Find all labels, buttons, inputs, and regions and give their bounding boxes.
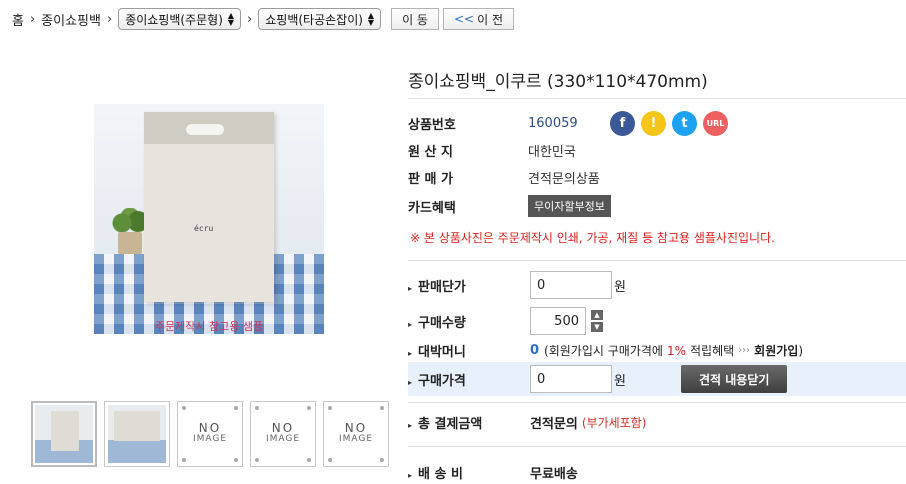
origin-value: 대한민국 [528,145,576,160]
thumbnail-2[interactable] [104,401,170,467]
shipping-value: 무료배송 [530,467,578,482]
price-value: 견적문의상품 [528,172,600,187]
breadcrumb-category[interactable]: 종이쇼핑백 [41,10,101,29]
twitter-share-icon[interactable]: t [672,111,697,136]
estimate-close-button[interactable]: 견적 내용닫기 [680,365,788,393]
sample-notice: ※ 본 상품사진은 주문제작시 인쇄, 가공, 재질 등 참고용 샘플사진입니다… [410,231,775,245]
total-price-row: ▸ 구매가격 0 원 견적 내용닫기 [408,365,788,393]
sample-caption: 주문제작시 참고용 샘플 [154,320,264,333]
product-code-label: 상품번호 [408,118,456,133]
payment-value: 견적문의 [530,417,578,432]
bag-thumbnail-image [108,405,166,463]
double-chevron-left-icon: << [453,12,475,26]
payment-label: 총 결제금액 [418,417,483,432]
move-button[interactable]: 이 동 [391,8,439,30]
divider [408,446,906,447]
product-code-value: 160059 [528,116,578,131]
prev-button[interactable]: << 이 전 [442,8,514,30]
currency-unit: 원 [614,279,626,295]
shopping-bag-image: écru [144,112,274,302]
unit-price-input[interactable]: 0 [530,271,612,299]
installment-info-button[interactable]: 무이자할부정보 [528,195,611,217]
breadcrumb: 홈 › 종이쇼핑백 › 종이쇼핑백(주문형) ▲ ▼ › 쇼핑백(타공손잡이) ▲… [12,8,514,30]
bullet-icon: ▸ [408,377,413,387]
total-price-label: 구매가격 [418,373,466,389]
vat-note: (부가세포함) [581,416,647,430]
quantity-input[interactable]: 500 [530,307,586,335]
product-main-image[interactable]: écru 주문제작시 참고용 샘플 [94,104,324,334]
url-copy-icon[interactable]: URL [703,111,728,136]
currency-unit: 원 [614,373,626,389]
card-benefit-label: 카드혜택 [408,200,456,216]
reward-money-value: 0 [530,343,540,358]
total-price-input[interactable]: 0 [530,365,612,393]
member-join-link[interactable]: 회원가입 [754,342,798,359]
bullet-icon: ▸ [408,319,413,329]
payment-row: ▸ 총 결제금액 견적문의 (부가세포함) [408,413,646,432]
bag-logo: écru [194,224,214,233]
reward-money-label: 대박머니 [418,345,466,360]
facebook-share-icon[interactable]: f [610,111,635,136]
divider [408,98,906,99]
origin-label: 원 산 지 [408,145,453,160]
product-title: 종이쇼핑백_이쿠르 (330*110*470mm) [408,72,708,92]
prev-button-label: 이 전 [477,12,503,27]
kakaostory-share-icon[interactable]: ! [641,111,666,136]
plant-pot-image [118,232,142,254]
chevron-right-icon: › [29,11,36,27]
select-arrows-icon: ▲ ▼ [227,11,235,27]
chevron-right-icon: › [247,11,253,27]
breadcrumb-home[interactable]: 홈 [12,10,24,29]
bullet-icon: ▸ [408,421,413,430]
unit-price-label: 판매단가 [418,279,466,295]
category-select-1[interactable]: 종이쇼핑백(주문형) ▲ ▼ [118,8,242,30]
bullet-icon: ▸ [408,283,413,293]
reward-money-row: ▸ 대박머니 0 (회원가입시 구매가격에 1% 적립혜택 ››› 회원가입 ) [408,342,804,360]
price-row: 판 매 가 견적문의상품 [408,168,600,187]
divider [408,260,906,261]
reward-desc-mid: 적립혜택 [690,344,735,358]
reward-desc-pre: (회원가입시 구매가격에 [544,344,663,358]
bullet-icon: ▸ [408,471,413,480]
shipping-row: ▸ 배 송 비 무료배송 [408,463,578,482]
card-benefit-row: 카드혜택 무이자할부정보 [408,195,611,217]
product-code-row: 상품번호 160059 [408,114,578,133]
category-select-2[interactable]: 쇼핑백(타공손잡이) ▲ ▼ [258,8,382,30]
thumbnail-5[interactable]: NO IMAGE [323,401,389,467]
thumbnail-4[interactable]: NO IMAGE [250,401,316,467]
divider [408,402,906,403]
quantity-stepper: ▲ ▼ [591,310,603,332]
reward-rate: 1% [666,343,686,358]
category-select-2-value: 쇼핑백(타공손잡이) [265,12,363,27]
quantity-row: ▸ 구매수량 500 ▲ ▼ [408,307,603,335]
unit-price-row: ▸ 판매단가 0 원 [408,271,626,299]
bag-thumbnail-image [35,405,93,463]
thumbnail-3[interactable]: NO IMAGE [177,401,243,467]
quantity-label: 구매수량 [418,315,466,331]
origin-row: 원 산 지 대한민국 [408,141,576,160]
thumbnail-1[interactable] [31,401,97,467]
thumbnail-strip: NO IMAGE NO IMAGE NO IMAGE [31,401,389,467]
select-arrows-icon: ▲ ▼ [367,11,375,27]
arrows-icon: ››› [738,345,751,356]
no-image-placeholder: NO IMAGE [265,421,301,444]
increment-icon[interactable]: ▲ [591,310,603,320]
no-image-placeholder: NO IMAGE [192,421,228,444]
share-buttons: f ! t URL [610,111,728,136]
shipping-label: 배 송 비 [418,467,463,482]
decrement-icon[interactable]: ▼ [591,322,603,332]
category-select-1-value: 종이쇼핑백(주문형) [125,12,223,27]
bullet-icon: ▸ [408,349,413,358]
bag-handle-hole [186,124,224,135]
chevron-right-icon: › [106,11,113,27]
price-label: 판 매 가 [408,172,453,187]
no-image-placeholder: NO IMAGE [338,421,374,444]
